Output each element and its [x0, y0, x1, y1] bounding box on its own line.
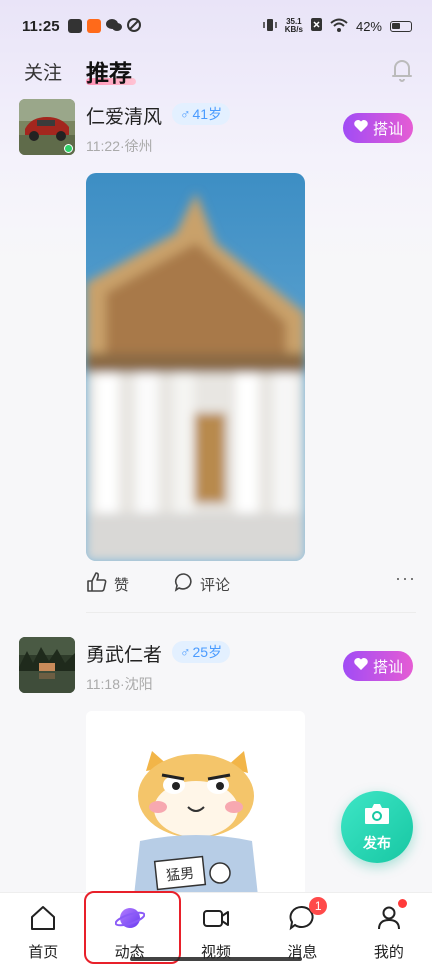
male-icon: ♂ — [180, 106, 191, 122]
feed-post: 仁爱清风 ♂ 41岁 11:22·徐州 搭讪 赞 评论 ··· — [0, 98, 432, 618]
post-location: 沈阳 — [124, 676, 153, 692]
avatar[interactable] — [19, 99, 75, 155]
chat-button-label: 搭讪 — [372, 658, 403, 676]
camera-icon — [363, 802, 391, 831]
chat-button-label: 搭讪 — [372, 120, 403, 138]
status-time: 11:25 — [22, 17, 60, 35]
video-camera-icon — [201, 903, 231, 937]
post-location: 徐州 — [124, 138, 153, 154]
age-text: 41岁 — [192, 106, 223, 122]
status-bar: 11:25 35.1 KB/s 42% — [0, 0, 432, 52]
age-text: 25岁 — [192, 644, 223, 660]
nav-profile[interactable]: 我的 — [346, 893, 432, 964]
home-icon — [28, 903, 58, 937]
link-app-icon — [126, 17, 141, 35]
tab-follow[interactable]: 关注 — [24, 58, 62, 85]
publish-label: 发布 — [363, 834, 391, 851]
network-speed-unit: KB/s — [284, 25, 303, 34]
nav-label: 首页 — [28, 944, 59, 961]
nav-label: 我的 — [373, 944, 404, 961]
avatar[interactable] — [19, 637, 75, 693]
battery-percent: 42% — [355, 18, 382, 34]
vibrate-icon — [262, 18, 277, 35]
tab-recommend[interactable]: 推荐 — [86, 54, 132, 88]
comment-bubble-icon — [174, 572, 194, 596]
username[interactable]: 勇武仁者 — [86, 640, 162, 667]
unread-badge: 1 — [309, 897, 328, 915]
notification-bell-icon[interactable] — [388, 56, 416, 84]
status-app-icons — [67, 17, 141, 35]
post-meta: 11:18·沈阳 — [86, 676, 153, 692]
post-image[interactable]: 猛男 — [86, 711, 305, 896]
heart-icon — [353, 119, 369, 137]
male-icon: ♂ — [180, 644, 191, 660]
chat-button[interactable]: 搭讪 — [343, 651, 413, 681]
post-actions: 赞 评论 ··· — [86, 568, 416, 602]
sticker-text: 猛男 — [165, 866, 195, 885]
home-indicator — [130, 957, 302, 961]
bottom-nav: 首页 动态 视频 1 消息 我的 — [0, 892, 432, 964]
like-label: 赞 — [114, 576, 130, 594]
mail-app-icon — [67, 19, 82, 33]
network-speed: 35.1 KB/s — [285, 18, 303, 34]
post-image[interactable] — [86, 173, 305, 561]
battery-icon — [390, 20, 412, 32]
nav-messages[interactable]: 1 消息 — [259, 893, 345, 964]
more-options-icon[interactable]: ··· — [395, 568, 416, 589]
comment-label: 评论 — [200, 576, 231, 594]
person-icon — [374, 903, 404, 937]
nav-video[interactable]: 视频 — [173, 893, 259, 964]
username[interactable]: 仁爱清风 — [86, 102, 162, 129]
post-divider — [86, 612, 416, 613]
thumbs-up-icon — [86, 572, 108, 596]
gender-age-badge: ♂ 41岁 — [172, 103, 231, 125]
comment-button[interactable]: 评论 — [174, 572, 230, 596]
post-meta: 11:22·徐州 — [86, 138, 153, 154]
wifi-icon — [330, 18, 348, 35]
nav-home[interactable]: 首页 — [0, 893, 86, 964]
app-notification-icon — [86, 19, 101, 33]
wechat-icon — [105, 18, 122, 35]
post-time: 11:22 — [86, 138, 120, 154]
notification-dot — [397, 899, 407, 908]
sim-icon — [310, 18, 322, 34]
gender-age-badge: ♂ 25岁 — [172, 641, 231, 663]
like-button[interactable]: 赞 — [86, 572, 129, 596]
selection-highlight — [84, 891, 181, 964]
chat-button[interactable]: 搭讪 — [343, 113, 413, 143]
post-time: 11:18 — [86, 676, 120, 692]
publish-button[interactable]: 发布 — [341, 791, 413, 863]
heart-icon — [353, 657, 369, 675]
online-status-dot — [64, 144, 73, 153]
feed-tabs: 关注 推荐 — [0, 52, 432, 92]
